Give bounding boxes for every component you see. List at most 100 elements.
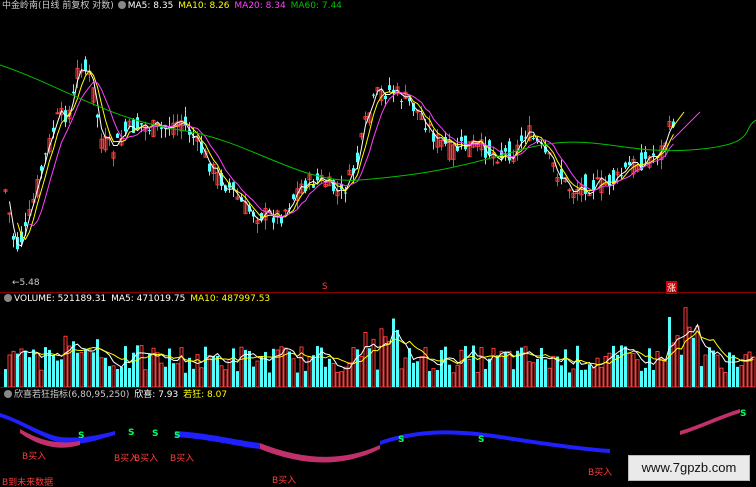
volume-bar <box>296 372 299 387</box>
volume-bar <box>148 354 151 387</box>
volume-bar <box>571 368 576 387</box>
volume-bar <box>351 347 356 387</box>
volume-bar <box>312 355 315 387</box>
candle-body <box>208 163 211 172</box>
volume-bar <box>396 329 399 387</box>
indicator-title: 欣喜若狂指标(6,80,95,250) <box>14 390 130 400</box>
candle-body <box>136 117 139 129</box>
volume-bar <box>507 350 512 387</box>
candle-body <box>140 123 143 125</box>
volume-bar <box>291 358 296 387</box>
volume-bar <box>683 307 688 387</box>
volume-bar <box>339 371 344 387</box>
kline-chart[interactable] <box>0 0 756 292</box>
candle-body <box>567 189 572 192</box>
kline-pane[interactable]: 中金岭南(日线 前复权 对数) MA5: 8.35 MA10: 8.26 MA20… <box>0 0 756 294</box>
indicator-header: 欣喜若狂指标(6,80,95,250) 欣喜: 7.93 若狂: 8.07 <box>2 389 229 401</box>
volume-bar <box>252 366 255 387</box>
volume-ma5: MA5: 471019.75 <box>111 294 186 304</box>
volume-bar <box>584 369 587 387</box>
indicator-pane[interactable]: 欣喜若狂指标(6,80,95,250) 欣喜: 7.93 若狂: 8.07 B到… <box>0 387 756 487</box>
volume-bar <box>56 360 59 387</box>
volume-bar <box>335 371 340 387</box>
footer-note: B到未来数据 <box>2 478 54 487</box>
kline-header: 中金岭南(日线 前复权 对数) MA5: 8.35 MA10: 8.26 MA20… <box>2 0 344 12</box>
volume-bar <box>219 365 224 387</box>
volume-bar <box>216 355 219 387</box>
volume-bar <box>124 346 127 387</box>
volume-bar <box>412 362 415 387</box>
watermark: www.7gpzb.com <box>628 455 750 481</box>
ma5-value: MA5: 8.35 <box>127 1 174 11</box>
volume-bar <box>648 348 651 387</box>
volume-bar <box>624 346 627 387</box>
s-marker: S <box>398 435 405 445</box>
volume-bar <box>640 370 643 387</box>
candle-body <box>160 127 163 129</box>
volume-bar <box>428 371 431 387</box>
volume-ma5-line <box>17 323 754 370</box>
volume-bar <box>419 356 424 387</box>
volume-bar <box>168 348 171 387</box>
volume-bar <box>136 345 139 387</box>
volume-chart[interactable] <box>0 292 756 387</box>
volume-bar <box>591 367 596 387</box>
volume-bar <box>52 355 55 387</box>
volume-bar <box>451 372 456 387</box>
candle-body <box>116 133 119 138</box>
volume-bar <box>723 372 728 387</box>
volume-bar <box>164 366 167 387</box>
candle-body <box>124 121 127 132</box>
candle-body <box>495 161 500 164</box>
volume-bar <box>732 355 735 387</box>
s-signal-marker: S <box>322 282 328 292</box>
settings-dot-icon[interactable] <box>117 1 126 9</box>
volume-bar <box>116 369 119 387</box>
volume-bar <box>172 363 175 387</box>
volume-pane[interactable]: VOLUME: 521189.31 MA5: 471019.75 MA10: 4… <box>0 292 756 387</box>
volume-bar <box>739 364 744 387</box>
candle-body <box>84 59 87 71</box>
s-marker: S <box>78 431 85 441</box>
volume-bar <box>139 345 144 387</box>
volume-bar <box>680 354 683 387</box>
volume-bar <box>751 356 756 387</box>
volume-bar <box>616 354 619 387</box>
volume-bar <box>599 366 604 387</box>
buy-marker: B买入 <box>22 452 47 462</box>
settings-dot-icon[interactable] <box>4 294 12 302</box>
volume-bar <box>84 349 87 387</box>
settings-dot-icon[interactable] <box>4 390 12 398</box>
volume-bar <box>459 349 464 387</box>
volume-bar <box>488 358 491 387</box>
volume-bar <box>576 345 579 387</box>
volume-bar <box>239 346 244 387</box>
stock-chart-window: 中金岭南(日线 前复权 对数) MA5: 8.35 MA10: 8.26 MA20… <box>0 0 756 487</box>
candle-body <box>464 135 467 150</box>
volume-bar <box>356 349 359 387</box>
volume-bar <box>331 362 336 387</box>
candle-body <box>424 128 427 131</box>
candle-body <box>460 136 463 141</box>
candle-body <box>644 151 647 159</box>
candle-body <box>312 184 315 188</box>
volume-bar <box>467 358 472 387</box>
volume-bar <box>32 349 35 387</box>
volume-ma10: MA10: 487997.53 <box>190 294 271 304</box>
candle-body <box>652 153 655 156</box>
volume-bar <box>496 355 499 387</box>
volume-bar <box>504 352 507 387</box>
volume-bar <box>491 347 496 387</box>
s-marker: S <box>152 429 159 439</box>
volume-bar <box>96 339 99 387</box>
ma20-line-extension <box>671 111 701 141</box>
volume-bar <box>675 335 680 387</box>
volume-bar <box>223 369 228 387</box>
volume-bar <box>120 367 123 387</box>
volume-bar <box>212 356 215 387</box>
volume-bar <box>595 357 600 387</box>
volume-bar <box>743 354 748 387</box>
volume-bar <box>612 345 615 387</box>
ma60-value: MA60: 7.44 <box>290 1 342 11</box>
candle-body <box>280 217 283 224</box>
